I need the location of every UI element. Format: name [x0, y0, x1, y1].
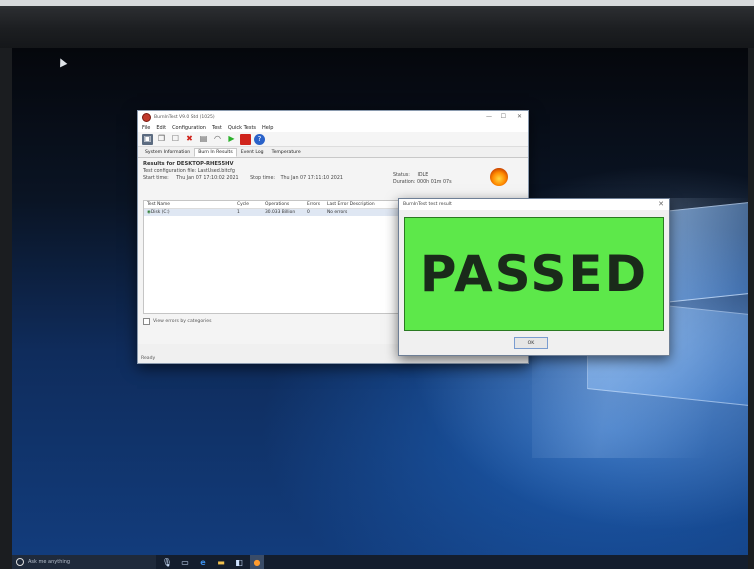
menu-edit[interactable]: Edit [156, 125, 166, 131]
menu-bar: File Edit Configuration Test Quick Tests… [138, 123, 528, 132]
maximize-button[interactable]: ☐ [501, 113, 506, 120]
window-titlebar[interactable]: BurnInTest V9.0 Std (1025) — ☐ ✕ [138, 111, 528, 123]
menu-quick-tests[interactable]: Quick Tests [228, 125, 256, 131]
menu-configuration[interactable]: Configuration [172, 125, 206, 131]
desktop[interactable]: BurnInTest V9.0 Std (1025) — ☐ ✕ File Ed… [12, 48, 748, 555]
minimize-button[interactable]: — [486, 113, 492, 120]
edge-icon[interactable]: e [196, 555, 210, 569]
cell-operations: 30.033 Billion [265, 210, 296, 215]
col-cycle[interactable]: Cycle [237, 202, 265, 207]
config-file-line: Test configuration file: LastUsed.bitcfg [143, 169, 235, 174]
ok-button[interactable]: OK [514, 337, 548, 349]
tab-event-log[interactable]: Event Log [237, 148, 268, 157]
status-bar: Ready [141, 356, 156, 361]
start-time-label: Start time: [143, 176, 169, 181]
dialog-title: BurnInTest test result [403, 202, 452, 207]
window-title: BurnInTest V9.0 Std (1025) [154, 114, 215, 120]
view-errors-checkbox[interactable] [143, 318, 150, 325]
status-block: Status: IDLE Duration: 000h 01m 07s [393, 172, 452, 186]
help-icon[interactable]: ? [254, 133, 265, 145]
status-label: Status: [393, 173, 410, 178]
cell-cycle: 1 [237, 210, 240, 215]
duration-value: 000h 01m 07s [416, 180, 452, 185]
result-text: PASSED [419, 245, 649, 303]
cell-last-error: No errors [327, 210, 348, 215]
store-icon[interactable]: ◧ [232, 555, 246, 569]
config-icon[interactable]: ▤ [198, 134, 209, 145]
file-explorer-icon[interactable]: ▬ [214, 555, 228, 569]
view-errors-label: View errors by categories [153, 319, 212, 324]
close-button[interactable]: ✕ [517, 113, 522, 120]
gauge-icon[interactable]: ◠ [212, 134, 223, 145]
tab-system-information[interactable]: System Information [141, 148, 194, 157]
task-view-icon[interactable]: ▭ [178, 555, 192, 569]
monitor-bezel-bottom [0, 555, 12, 569]
monitor-bezel [0, 0, 754, 48]
stop-time-label: Stop time: [250, 176, 276, 181]
dialog-titlebar[interactable]: BurnInTest test result ✕ [399, 199, 669, 210]
cell-test-name: ◉Disk (C:) [144, 210, 237, 215]
clear-icon[interactable]: ✖ [184, 134, 195, 145]
menu-test[interactable]: Test [212, 125, 222, 131]
menu-file[interactable]: File [142, 125, 150, 131]
search-placeholder: Ask me anything [28, 559, 71, 565]
tab-bar: System Information Burn In Results Event… [138, 147, 528, 158]
tab-temperature[interactable]: Temperature [268, 148, 305, 157]
start-icon[interactable]: ▶ [226, 134, 237, 145]
burnin-flame-icon [490, 168, 508, 186]
col-errors[interactable]: Errors [307, 202, 327, 207]
taskbar: Ask me anything 🎙 ▭ e ▬ ◧ ● [12, 555, 748, 569]
view-errors-checkbox-row[interactable]: View errors by categories [143, 318, 212, 325]
stop-time-value: Thu Jan 07 17:11:10 2021 [280, 176, 343, 181]
col-operations[interactable]: Operations [265, 202, 307, 207]
menu-help[interactable]: Help [262, 125, 273, 131]
stop-icon[interactable] [240, 133, 251, 145]
save-icon[interactable]: ▣ [142, 133, 153, 145]
microphone-icon[interactable]: 🎙 [160, 555, 174, 569]
duration-label: Duration: [393, 180, 416, 185]
test-result-dialog[interactable]: BurnInTest test result ✕ PASSED OK [398, 198, 670, 356]
result-banner: PASSED [404, 217, 664, 331]
blank-doc-icon[interactable]: ☐ [170, 134, 181, 145]
burnin-app-icon [142, 112, 151, 122]
time-line: Start time: Thu Jan 07 17:10:02 2021 Sto… [143, 176, 523, 181]
results-title: Results for DESKTOP-RHE55HV [143, 161, 234, 167]
col-test-name[interactable]: Test Name [144, 202, 237, 207]
tab-burn-in-results[interactable]: Burn In Results [194, 148, 237, 157]
toolbar: ▣ ❐ ☐ ✖ ▤ ◠ ▶ ? [138, 132, 528, 147]
test-name-text: Disk (C:) [150, 210, 170, 215]
mouse-cursor-icon [56, 56, 68, 68]
copy-icon[interactable]: ❐ [156, 134, 167, 145]
cell-errors: 0 [307, 210, 310, 215]
status-value: IDLE [417, 173, 429, 178]
taskbar-search[interactable]: Ask me anything [12, 555, 156, 569]
dialog-close-button[interactable]: ✕ [658, 200, 664, 208]
burnin-icon[interactable]: ● [250, 555, 264, 569]
cortana-icon [16, 558, 24, 566]
start-time-value: Thu Jan 07 17:10:02 2021 [176, 176, 239, 181]
col-last-error[interactable]: Last Error Description [327, 202, 407, 207]
